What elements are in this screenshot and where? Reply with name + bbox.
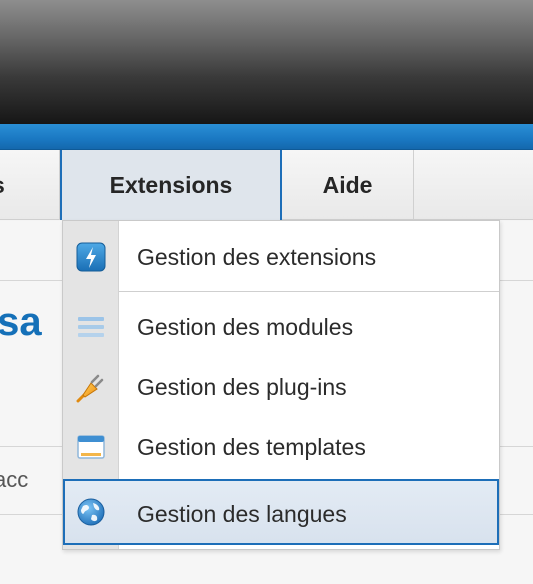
module-manager-icon xyxy=(78,317,104,337)
dropdown-item-label: Gestion des langues xyxy=(137,501,347,527)
admin-header-bar xyxy=(0,0,533,124)
main-menu-bar: s Extensions Aide xyxy=(0,150,533,220)
dropdown-item-template-manager[interactable]: Gestion des templates xyxy=(63,414,499,480)
menu-item-extensions[interactable]: Extensions xyxy=(60,150,282,220)
page-title: isa xyxy=(0,300,42,344)
dropdown-item-label: Gestion des plug-ins xyxy=(137,374,347,400)
dropdown-item-label: Gestion des extensions xyxy=(137,244,377,270)
extensions-dropdown-menu: Gestion des extensions Gestion des modul… xyxy=(62,220,500,550)
template-manager-icon xyxy=(77,435,105,459)
extension-manager-icon xyxy=(76,242,106,272)
menu-item-help[interactable]: Aide xyxy=(282,150,414,220)
language-manager-icon xyxy=(77,498,105,526)
menu-item-previous-label: s xyxy=(0,172,5,199)
dropdown-item-language-manager[interactable]: Gestion des langues xyxy=(63,479,499,545)
menu-item-previous[interactable]: s xyxy=(0,150,60,220)
table-header-fragment: acc xyxy=(0,467,29,492)
menu-item-extensions-label: Extensions xyxy=(109,171,233,198)
plugin-manager-icon xyxy=(76,374,104,403)
dropdown-item-module-manager[interactable]: Gestion des modules xyxy=(63,294,499,360)
dropdown-item-label: Gestion des templates xyxy=(137,434,366,460)
dropdown-separator xyxy=(119,291,499,292)
menu-item-help-label: Aide xyxy=(322,171,373,198)
dropdown-item-plugin-manager[interactable]: Gestion des plug-ins xyxy=(63,354,499,420)
dropdown-item-label: Gestion des modules xyxy=(137,314,354,340)
header-accent-strip xyxy=(0,124,533,150)
dropdown-item-extension-manager[interactable]: Gestion des extensions xyxy=(63,224,499,290)
